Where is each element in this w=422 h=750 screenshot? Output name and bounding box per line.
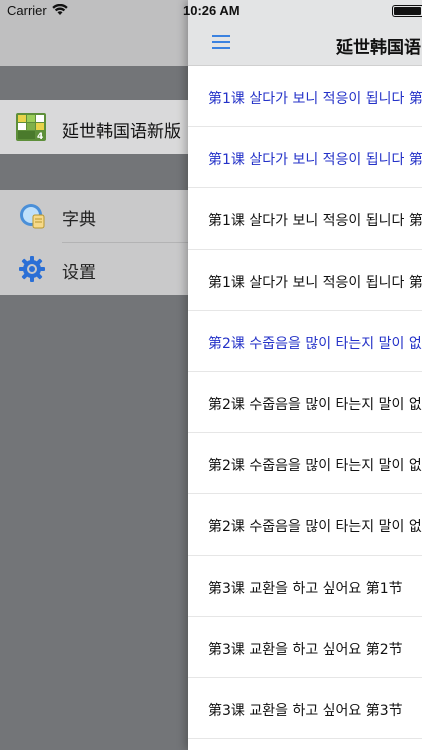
- lesson-title: 第3课 교환을 하고 싶어요 第3节: [208, 702, 403, 719]
- book-cover-icon: 4: [16, 113, 46, 142]
- list-item[interactable]: 第2课 수줍음을 많이 타는지 말이 없어요: [188, 433, 422, 495]
- lesson-title: 第1课 살다가 보니 적응이 됩니다 第1节: [208, 91, 422, 107]
- book-title-label: 延世韩国语新版: [62, 122, 181, 142]
- lesson-title: 第2课 수줍음을 많이 타는지 말이 없어요: [208, 458, 422, 475]
- list-item[interactable]: 第3课 교환을 하고 싶어요 第2节: [188, 617, 422, 678]
- lesson-title: 第2课 수줍음을 많이 타는지 말이 없어요: [208, 335, 422, 352]
- status-bar: Carrier 10:26 AM: [0, 0, 422, 22]
- lesson-title: 第2课 수줍음을 많이 타는지 말이 없어요: [208, 519, 422, 536]
- lesson-title: 第2课 수줍음을 많이 타는지 말이 없어요: [208, 396, 422, 413]
- page-title: 延世韩国语: [336, 38, 421, 58]
- drawer-menu: 字典 设置: [0, 190, 190, 295]
- clock-label: 10:26 AM: [183, 3, 240, 18]
- svg-text:4: 4: [37, 132, 43, 141]
- lesson-title: 第3课 교환을 하고 싶어요 第1节: [208, 580, 403, 597]
- carrier-label: Carrier: [7, 3, 47, 18]
- drawer-item-dictionary[interactable]: 字典: [0, 190, 190, 243]
- list-item[interactable]: 第2课 수줍음을 많이 타는지 말이 없어요: [188, 372, 422, 434]
- drawer-item-settings[interactable]: 设置: [0, 243, 190, 295]
- list-item[interactable]: 第1课 살다가 보니 적응이 됩니다 第2节: [188, 127, 422, 189]
- list-item[interactable]: 第1课 살다가 보니 적응이 됩니다 第1节: [188, 66, 422, 128]
- list-item[interactable]: 第1课 살다가 보니 적응이 됩니다 第4节: [188, 250, 422, 311]
- drawer-item-label: 设置: [62, 263, 96, 283]
- list-item[interactable]: 第1课 살다가 보니 적응이 됩니다 第3节: [188, 188, 422, 250]
- list-item[interactable]: 第2课 수줍음을 많이 타는지 말이 없어요: [188, 494, 422, 556]
- side-drawer: 4 延世韩国语新版 字典 设置: [0, 0, 190, 750]
- drawer-book-item[interactable]: 4 延世韩国语新版: [0, 100, 190, 154]
- battery-icon: [392, 5, 422, 17]
- list-item[interactable]: 第3课 교환을 하고 싶어요 第1节: [188, 556, 422, 617]
- lesson-list: 第1课 살다가 보니 적응이 됩니다 第1节 第1课 살다가 보니 적응이 됩니…: [188, 66, 422, 740]
- settings-gear-icon: [18, 255, 46, 283]
- main-panel: 延世韩国语 第1课 살다가 보니 적응이 됩니다 第1节 第1课 살다가 보니 …: [188, 0, 422, 750]
- list-item[interactable]: 第3课 교환을 하고 싶어요 第3节: [188, 678, 422, 740]
- lesson-title: 第1课 살다가 보니 적응이 됩니다 第4节: [208, 274, 422, 291]
- wifi-icon: [52, 3, 68, 21]
- dictionary-icon: [18, 202, 46, 230]
- lesson-title: 第1课 살다가 보니 적응이 됩니다 第3节: [208, 213, 422, 230]
- lesson-title: 第3课 교환을 하고 싶어요 第2节: [208, 641, 403, 658]
- lesson-title: 第1课 살다가 보니 적응이 됩니다 第2节: [208, 152, 422, 169]
- list-item[interactable]: 第2课 수줍음을 많이 타는지 말이 없어요: [188, 311, 422, 372]
- hamburger-menu-icon[interactable]: [212, 35, 230, 49]
- drawer-item-label: 字典: [62, 210, 96, 230]
